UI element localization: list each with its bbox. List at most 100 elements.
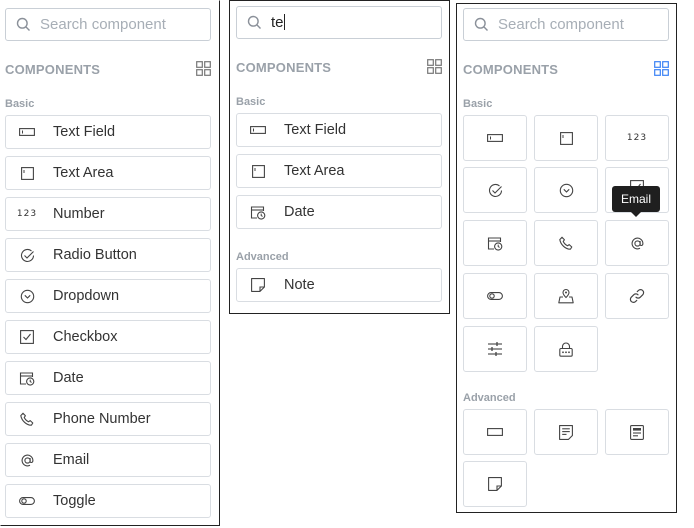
dropdown-icon	[559, 183, 573, 197]
text-caret	[283, 14, 285, 30]
text-area-icon	[249, 163, 267, 179]
date-icon	[18, 370, 36, 386]
checkbox-icon	[18, 329, 36, 345]
tooltip-email: Email	[612, 186, 660, 217]
search-icon	[474, 17, 488, 31]
at-icon	[18, 452, 36, 468]
component-item-checkbox[interactable]: Checkbox	[5, 320, 211, 354]
component-item-number[interactable]: 123 Number	[5, 197, 211, 231]
item-label: Text Area	[284, 163, 345, 179]
components-header: COMPONENTS	[236, 60, 332, 75]
toggle-icon	[18, 493, 36, 509]
search-placeholder: Search component	[498, 16, 624, 33]
text-field-icon	[18, 124, 36, 140]
item-label: Toggle	[53, 493, 96, 509]
component-item-date[interactable]: Date	[236, 195, 442, 229]
component-item-radio-button[interactable]: Radio Button	[5, 238, 211, 272]
grid-view-icon-active[interactable]	[654, 61, 669, 76]
tile-text-field[interactable]	[463, 115, 527, 161]
at-icon	[631, 237, 643, 249]
group-label-basic: Basic	[236, 96, 266, 108]
note-icon	[249, 277, 267, 293]
tile-note[interactable]	[463, 461, 527, 507]
tile-dropdown[interactable]	[534, 167, 598, 213]
item-label: Text Field	[53, 124, 116, 140]
item-label: Text Field	[284, 122, 347, 138]
component-item-text-area[interactable]: Text Area	[5, 156, 211, 190]
search-placeholder: Search component	[40, 16, 166, 33]
item-label: Date	[53, 370, 84, 386]
tile-text-area[interactable]	[534, 115, 598, 161]
grid-view-icon[interactable]	[427, 59, 442, 74]
map-pin-icon	[558, 289, 574, 304]
item-label: Text Area	[53, 165, 114, 181]
date-icon	[487, 236, 503, 251]
component-item-phone-number[interactable]: Phone Number	[5, 402, 211, 436]
group-label-basic: Basic	[5, 98, 35, 110]
tile-phone-number[interactable]	[534, 220, 598, 266]
text-area-icon	[559, 131, 573, 145]
component-item-text-field[interactable]: Text Field	[236, 113, 442, 147]
text-field-icon	[487, 134, 503, 142]
number-icon: 123	[16, 209, 38, 219]
text-field-icon	[249, 122, 267, 138]
phone-icon	[18, 411, 36, 427]
text-area-icon	[18, 165, 36, 181]
search-icon	[16, 17, 30, 31]
tile-radio-button[interactable]	[463, 167, 527, 213]
link-icon	[629, 289, 645, 303]
tile-link[interactable]	[605, 273, 669, 319]
search-input[interactable]: Search component	[463, 8, 669, 41]
search-value: te	[271, 14, 285, 31]
document-icon	[559, 424, 573, 440]
component-item-toggle[interactable]: Toggle	[5, 484, 211, 518]
item-label: Email	[53, 452, 90, 468]
components-header: COMPONENTS	[5, 62, 101, 77]
toggle-icon	[487, 292, 503, 300]
component-item-email[interactable]: Email	[5, 443, 211, 477]
search-results-panel: te COMPONENTS Basic Text Field Text Area…	[229, 0, 450, 314]
item-label: Checkbox	[53, 329, 118, 345]
rich-text-icon	[630, 424, 644, 440]
search-icon	[247, 15, 261, 29]
component-item-dropdown[interactable]: Dropdown	[5, 279, 211, 313]
item-label: Date	[284, 204, 315, 220]
item-label: Phone Number	[53, 411, 151, 427]
lock-icon	[559, 341, 573, 357]
dropdown-icon	[18, 288, 36, 304]
component-item-text-area[interactable]: Text Area	[236, 154, 442, 188]
tile-heading[interactable]	[463, 409, 527, 455]
component-item-text-field[interactable]: Text Field	[5, 115, 211, 149]
item-label: Radio Button	[53, 247, 137, 263]
components-header: COMPONENTS	[463, 62, 559, 77]
tile-rich-text[interactable]	[605, 409, 669, 455]
radio-check-icon	[18, 247, 36, 263]
radio-check-icon	[488, 183, 502, 197]
grid-view-icon[interactable]	[196, 61, 211, 76]
date-icon	[249, 204, 267, 220]
tile-slider[interactable]	[463, 326, 527, 372]
component-item-date[interactable]: Date	[5, 361, 211, 395]
tile-address[interactable]	[534, 273, 598, 319]
tile-toggle[interactable]	[463, 273, 527, 319]
tile-email[interactable]	[605, 220, 669, 266]
component-list-panel: Search component COMPONENTS Basic Text F…	[0, 0, 220, 526]
group-label-advanced: Advanced	[236, 251, 289, 263]
component-grid-panel: Search component COMPONENTS Basic 123 Ad…	[456, 3, 677, 513]
number-icon: 123	[626, 133, 648, 143]
group-label-advanced: Advanced	[463, 392, 516, 404]
search-input[interactable]: te	[236, 6, 442, 39]
item-label: Number	[53, 206, 105, 222]
sliders-icon	[488, 342, 502, 356]
item-label: Note	[284, 277, 315, 293]
tile-paragraph[interactable]	[534, 409, 598, 455]
note-icon	[488, 477, 502, 491]
heading-icon	[487, 428, 503, 436]
search-input[interactable]: Search component	[5, 8, 211, 41]
tile-number[interactable]: 123	[605, 115, 669, 161]
tile-date[interactable]	[463, 220, 527, 266]
phone-icon	[558, 236, 572, 250]
group-label-basic: Basic	[463, 98, 493, 110]
component-item-note[interactable]: Note	[236, 268, 442, 302]
tile-password[interactable]	[534, 326, 598, 372]
